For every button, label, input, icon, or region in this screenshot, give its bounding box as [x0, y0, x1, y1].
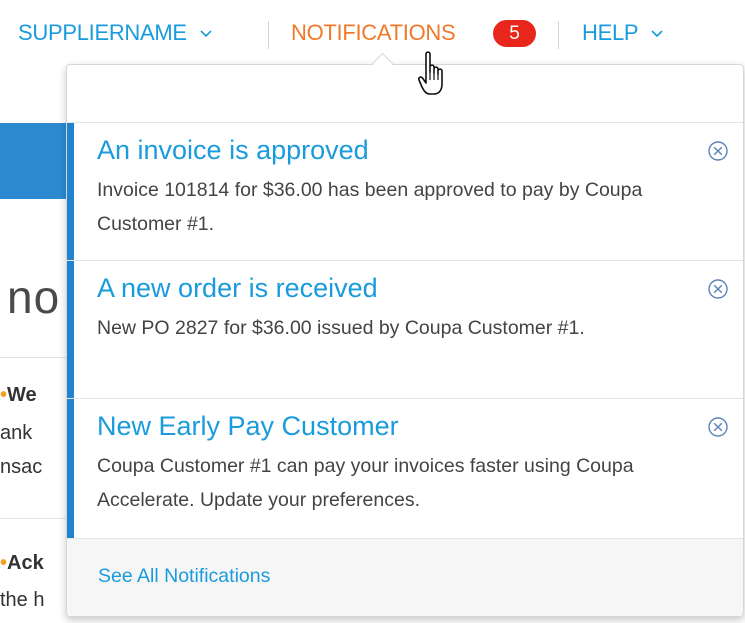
notification-body: Invoice 101814 for $36.00 has been appro… [97, 179, 643, 235]
help-menu[interactable]: HELP [582, 19, 664, 47]
help-menu-label: HELP [582, 20, 638, 45]
background-item-title-text: Ack [7, 552, 44, 574]
chevron-down-icon [651, 30, 663, 38]
background-item-text: the h [0, 589, 45, 611]
chevron-down-icon [200, 30, 212, 38]
nav-divider [268, 21, 269, 49]
supplier-menu[interactable]: SUPPLIERNAME [18, 19, 213, 47]
notification-title[interactable]: An invoice is approved [97, 133, 369, 167]
background-item-title: •We [0, 384, 37, 406]
notification-item[interactable]: A new order is received New PO 2827 for … [67, 261, 743, 399]
top-navigation: SUPPLIERNAME NOTIFICATIONS 5 HELP [0, 0, 745, 62]
notification-item[interactable]: New Early Pay Customer Coupa Customer #1… [67, 399, 743, 539]
unread-indicator [67, 399, 74, 538]
background-item-title: •Ack [0, 552, 44, 574]
unread-indicator [67, 123, 74, 260]
notifications-menu-label: NOTIFICATIONS [291, 20, 456, 45]
dropdown-footer: See All Notifications [67, 539, 743, 616]
background-item-text: ank [0, 422, 33, 444]
background-item-title-text: We [7, 384, 37, 406]
supplier-menu-label: SUPPLIERNAME [18, 20, 187, 45]
close-circle-icon[interactable] [707, 140, 729, 162]
see-all-notifications-link[interactable]: See All Notifications [98, 565, 270, 588]
notification-body: New PO 2827 for $36.00 issued by Coupa C… [97, 317, 585, 339]
close-circle-icon[interactable] [707, 278, 729, 300]
notification-item[interactable]: An invoice is approved Invoice 101814 fo… [67, 123, 743, 261]
dropdown-header-spacer [67, 65, 743, 123]
close-circle-icon[interactable] [707, 416, 729, 438]
notification-title[interactable]: A new order is received [97, 271, 378, 305]
hand-pointer-cursor-icon [418, 51, 443, 95]
unread-indicator [67, 261, 74, 398]
notifications-count-badge: 5 [493, 20, 536, 47]
nav-divider [558, 21, 559, 49]
background-item-text: nsac [0, 456, 43, 478]
notification-title[interactable]: New Early Pay Customer [97, 409, 399, 443]
notifications-menu[interactable]: NOTIFICATIONS [291, 19, 456, 47]
notifications-dropdown: An invoice is approved Invoice 101814 fo… [66, 64, 744, 617]
background-heading-fragment: no [7, 271, 61, 323]
notification-body: Coupa Customer #1 can pay your invoices … [97, 455, 634, 511]
